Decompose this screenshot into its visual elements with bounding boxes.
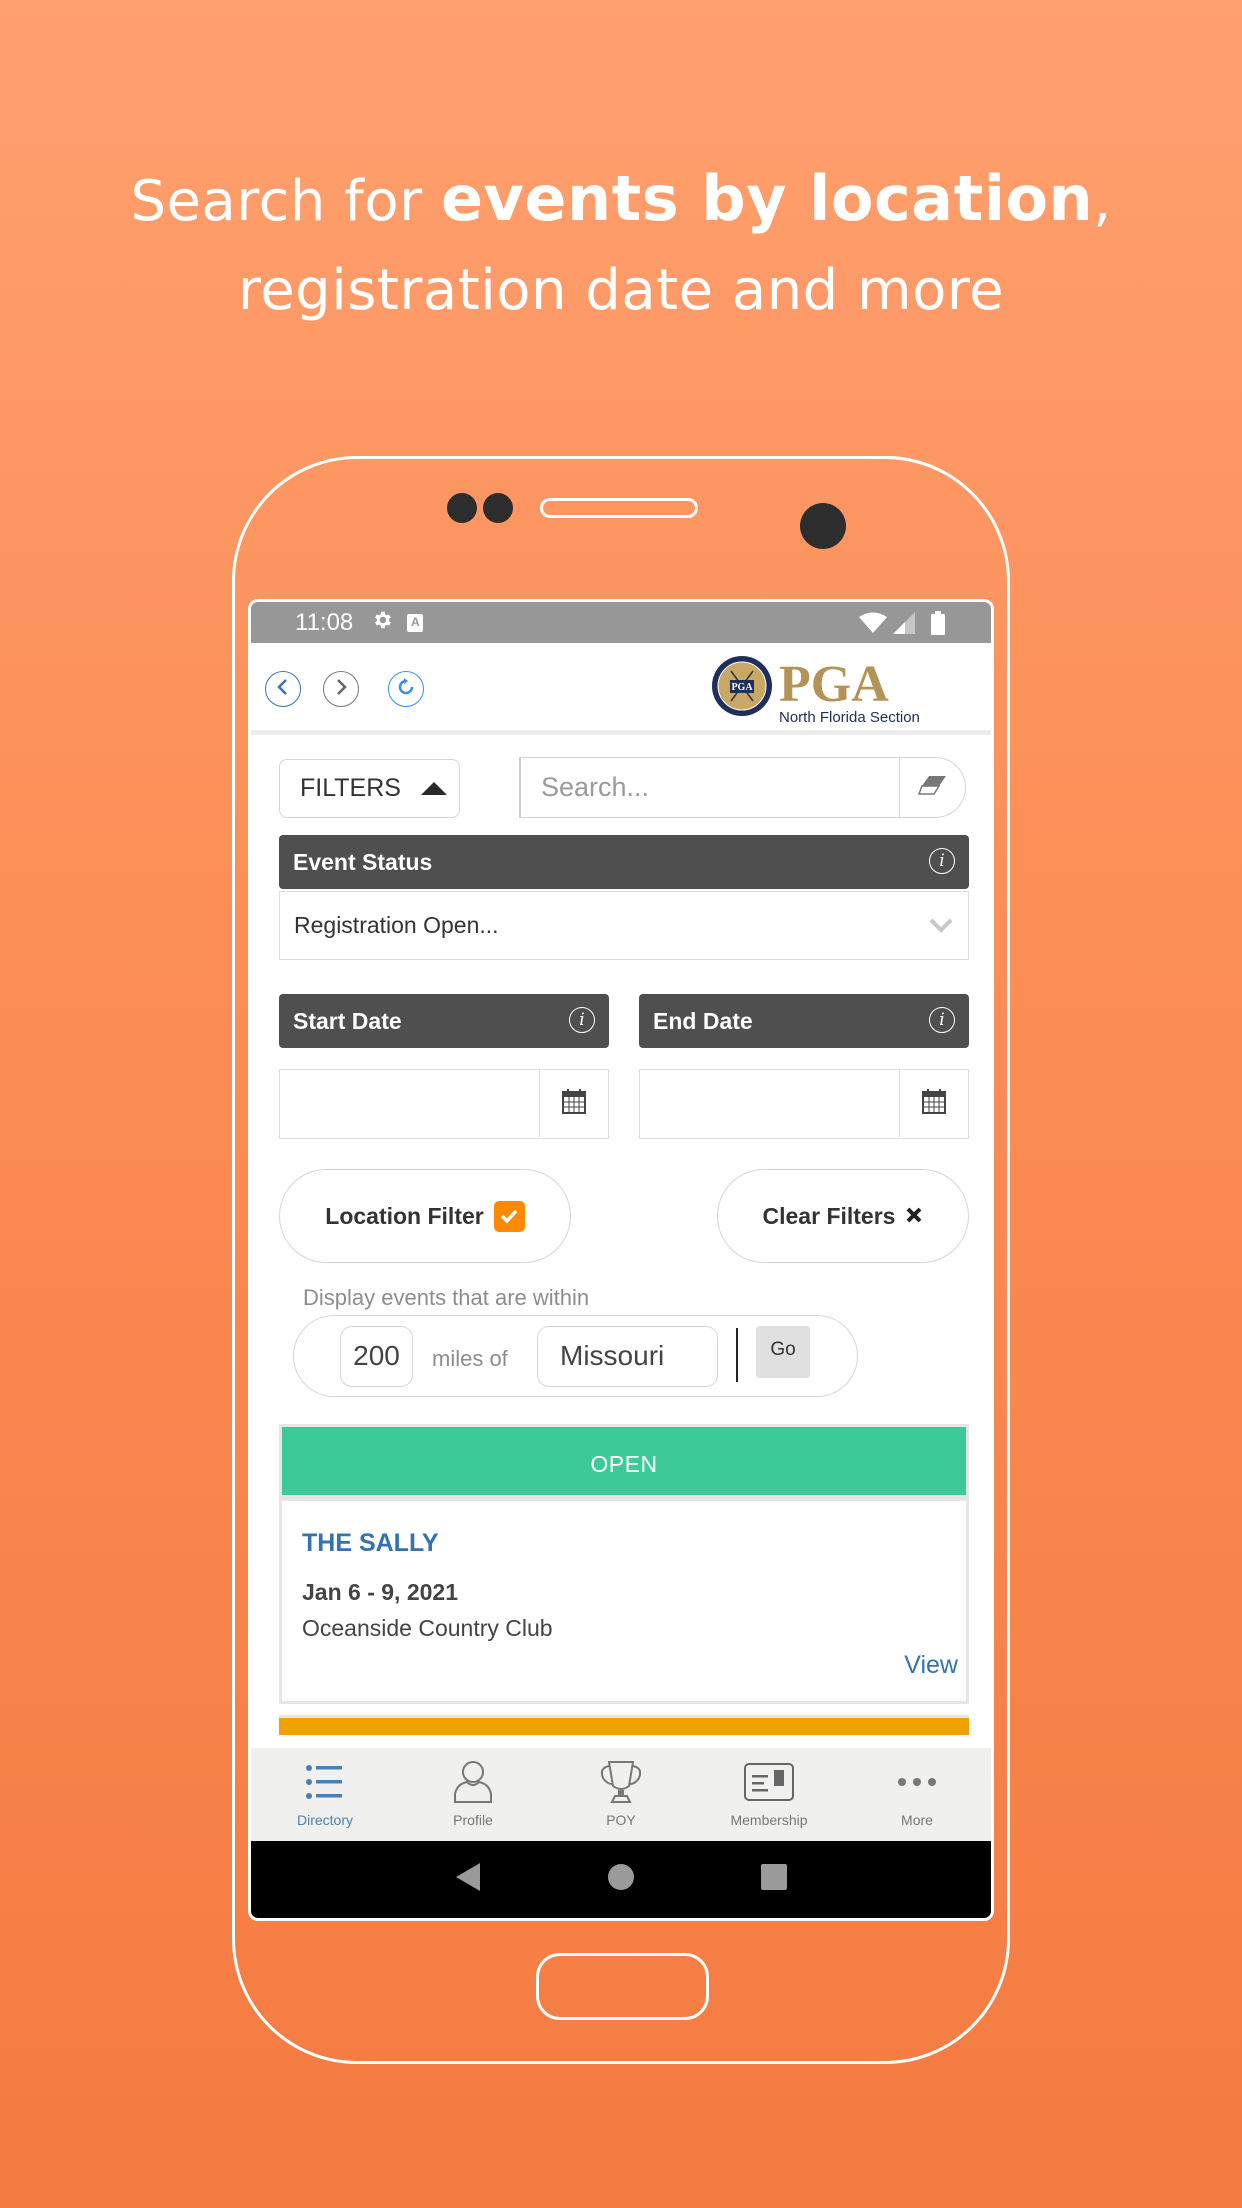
end-date-picker-button[interactable]: [899, 1070, 968, 1137]
clear-filters-label: Clear Filters: [762, 1202, 896, 1229]
start-date-field[interactable]: [279, 1069, 609, 1139]
tab-label: POY: [606, 1812, 636, 1828]
location-filter-label: Location Filter: [325, 1202, 484, 1229]
caret-up-icon: [420, 782, 447, 795]
refresh-icon: [396, 677, 416, 702]
wifi-icon: [859, 612, 887, 639]
end-date-field[interactable]: [639, 1069, 969, 1139]
bottom-tab-bar: Directory Profile POY Membership More: [251, 1748, 991, 1841]
tab-label: More: [901, 1812, 933, 1828]
forward-button[interactable]: [323, 671, 359, 707]
pga-wordmark: PGA: [779, 656, 889, 713]
event-status-value: Registration Open...: [294, 912, 499, 938]
tab-label: Directory: [296, 1812, 353, 1828]
info-icon[interactable]: i: [929, 848, 955, 874]
location-input[interactable]: Missouri: [537, 1326, 718, 1387]
chevron-left-icon: [276, 678, 290, 701]
event-status-header: Event Status i: [279, 835, 969, 889]
tab-label: Profile: [453, 1812, 493, 1828]
front-camera-icon: [800, 503, 846, 549]
end-date-title: End Date: [653, 1007, 753, 1034]
start-date-title: Start Date: [293, 1007, 402, 1034]
trophy-icon: [597, 1760, 645, 1804]
headline-bold: events by location: [440, 162, 1094, 235]
gear-icon: [371, 609, 393, 636]
start-date-picker-button[interactable]: [539, 1070, 608, 1137]
sensor-dot-icon: [483, 493, 513, 523]
browser-nav-bar: PGA PGA North Florida Section: [251, 643, 991, 735]
back-button[interactable]: [265, 671, 301, 707]
sensor-dot-icon: [447, 493, 477, 523]
person-icon: [453, 1760, 493, 1804]
radius-label: Display events that are within: [303, 1285, 590, 1310]
pga-seal-text: PGA: [731, 682, 753, 693]
info-icon[interactable]: i: [569, 1007, 595, 1033]
filters-toggle-label: FILTERS: [300, 774, 401, 802]
event-status-title: Event Status: [293, 848, 433, 875]
nav-recents-icon[interactable]: [760, 1863, 788, 1896]
radius-filter-group: 200 miles of Missouri Go: [293, 1315, 858, 1397]
refresh-button[interactable]: [388, 671, 424, 707]
tab-label: Membership: [730, 1812, 808, 1828]
keyboard-a-icon: A: [407, 613, 424, 632]
calendar-icon: [562, 1088, 586, 1119]
android-nav-bar: [251, 1841, 991, 1918]
headline-line-2: registration date and more: [237, 258, 1005, 323]
tab-directory[interactable]: Directory: [251, 1748, 399, 1841]
close-icon: [905, 1203, 923, 1230]
headline-prefix: Search for: [130, 169, 441, 234]
chevron-right-icon: [334, 678, 348, 701]
earpiece-speaker: [540, 498, 698, 518]
event-card[interactable]: OPEN THE SALLY Jan 6 - 9, 2021 Oceanside…: [279, 1424, 969, 1704]
chevron-down-icon: [928, 914, 954, 941]
nav-back-icon[interactable]: [454, 1862, 482, 1897]
headline-line-1: Search for events by location,: [0, 162, 1242, 235]
eraser-icon: [917, 774, 948, 801]
search-input[interactable]: [521, 758, 899, 817]
nav-home-icon[interactable]: [607, 1863, 635, 1896]
calendar-icon: [922, 1088, 946, 1119]
clear-search-button[interactable]: [899, 758, 965, 817]
end-date-header: End Date i: [639, 994, 969, 1048]
status-bar: 11:08 A: [251, 602, 991, 643]
clear-filters-button[interactable]: Clear Filters: [717, 1169, 969, 1263]
event-venue: Oceanside Country Club: [302, 1615, 553, 1641]
miles-of-label: miles of: [432, 1346, 508, 1371]
miles-input[interactable]: 200: [340, 1326, 413, 1387]
event-status-badge: OPEN: [282, 1427, 966, 1501]
checkmark-icon: [500, 1209, 518, 1224]
text-cursor: [736, 1328, 738, 1382]
go-button[interactable]: Go: [756, 1326, 810, 1378]
list-icon: [305, 1760, 345, 1804]
search-bar: [519, 757, 966, 818]
event-title[interactable]: THE SALLY: [302, 1529, 439, 1558]
tab-more[interactable]: More: [843, 1748, 991, 1841]
info-icon[interactable]: i: [929, 1007, 955, 1033]
tab-membership[interactable]: Membership: [695, 1748, 843, 1841]
event-view-link[interactable]: View: [904, 1651, 958, 1680]
more-dots-icon: [897, 1760, 937, 1804]
filters-toggle-button[interactable]: FILTERS: [279, 759, 460, 818]
membership-card-icon: [744, 1760, 794, 1804]
event-status-select[interactable]: Registration Open...: [279, 891, 969, 960]
event-dates: Jan 6 - 9, 2021: [302, 1579, 458, 1605]
pga-section-name: North Florida Section: [779, 709, 920, 726]
status-time: 11:08: [295, 608, 354, 636]
phone-screen: 11:08 A PGA PGA North Florida Section FI…: [248, 599, 994, 1921]
start-date-header: Start Date i: [279, 994, 609, 1048]
location-filter-toggle[interactable]: Location Filter: [279, 1169, 571, 1263]
next-event-status-badge: [279, 1715, 969, 1735]
pga-logo: PGA PGA North Florida Section: [711, 655, 951, 727]
location-filter-checkbox[interactable]: [493, 1200, 525, 1232]
tab-profile[interactable]: Profile: [399, 1748, 547, 1841]
headline-suffix: ,: [1093, 169, 1112, 234]
signal-icon: [893, 612, 915, 639]
tab-poy[interactable]: POY: [547, 1748, 695, 1841]
battery-icon: [931, 611, 945, 640]
hardware-home-button[interactable]: [536, 1953, 709, 2020]
